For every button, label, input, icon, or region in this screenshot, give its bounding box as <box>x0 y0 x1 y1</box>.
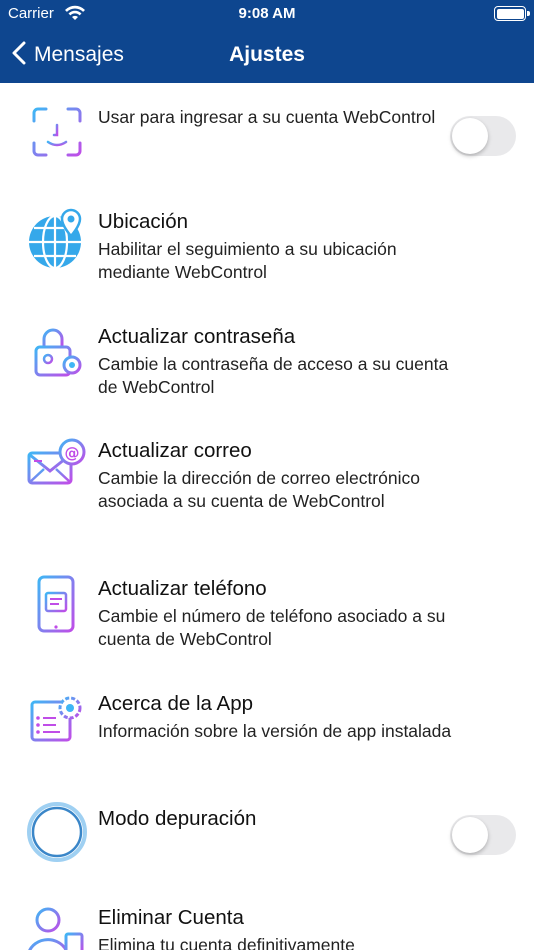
setting-title: Modo depuración <box>98 807 257 830</box>
setting-subtitle: Elimina tu cuenta definitivamente <box>98 935 355 950</box>
setting-subtitle: Cambie el número de teléfono asociado a … <box>98 606 446 649</box>
page-title: Ajustes <box>229 43 305 66</box>
face-id-icon <box>26 101 88 163</box>
setting-actualizar-correo[interactable]: @ Actualizar correo Cambie la dirección … <box>0 417 534 547</box>
status-bar: Carrier 9:08 AM <box>0 0 534 28</box>
phone-icon <box>26 573 88 635</box>
navigation-bar: Mensajes Ajustes <box>0 30 534 80</box>
setting-acerca-de-la-app[interactable]: Acerca de la App Información sobre la ve… <box>0 670 534 780</box>
battery-icon <box>494 6 530 21</box>
top-bar: Carrier 9:08 AM Mensajes Ajustes <box>0 0 534 83</box>
toggle-knob <box>452 817 488 853</box>
setting-subtitle: Habilitar el seguimiento a su ubicación … <box>98 239 397 282</box>
debug-circle-icon <box>26 801 88 863</box>
lock-key-icon <box>26 321 88 383</box>
setting-title: Actualizar correo <box>98 439 252 462</box>
debug-mode-toggle[interactable] <box>450 815 516 855</box>
setting-ubicacion[interactable]: Ubicación Habilitar el seguimiento a su … <box>0 188 534 298</box>
clock: 9:08 AM <box>238 5 296 22</box>
setting-subtitle: Información sobre la versión de app inst… <box>98 721 452 741</box>
setting-title: Eliminar Cuenta <box>98 906 244 929</box>
app-info-gear-icon <box>26 688 88 750</box>
setting-face-id[interactable]: Usar para ingresar a su cuenta WebContro… <box>0 83 534 183</box>
globe-location-icon <box>26 208 88 270</box>
face-id-toggle[interactable] <box>450 116 516 156</box>
setting-subtitle: Cambie la dirección de correo electrónic… <box>98 468 420 511</box>
setting-subtitle: Usar para ingresar a su cuenta WebContro… <box>98 107 436 127</box>
setting-modo-depuracion[interactable]: Modo depuración <box>0 785 534 895</box>
delete-account-icon <box>26 904 88 950</box>
toggle-knob <box>452 118 488 154</box>
setting-actualizar-contrasena[interactable]: Actualizar contraseña Cambie la contrase… <box>0 303 534 413</box>
setting-subtitle: Cambie la contraseña de acceso a su cuen… <box>98 354 449 397</box>
setting-eliminar-cuenta[interactable]: Eliminar Cuenta Elimina tu cuenta defini… <box>0 898 534 950</box>
setting-title: Ubicación <box>98 210 189 233</box>
setting-title: Acerca de la App <box>98 692 253 715</box>
setting-actualizar-telefono[interactable]: Actualizar teléfono Cambie el número de … <box>0 555 534 665</box>
setting-title: Actualizar teléfono <box>98 577 267 600</box>
setting-title: Actualizar contraseña <box>98 325 296 348</box>
envelope-at-icon: @ <box>26 437 88 499</box>
svg-text:@: @ <box>65 444 80 462</box>
